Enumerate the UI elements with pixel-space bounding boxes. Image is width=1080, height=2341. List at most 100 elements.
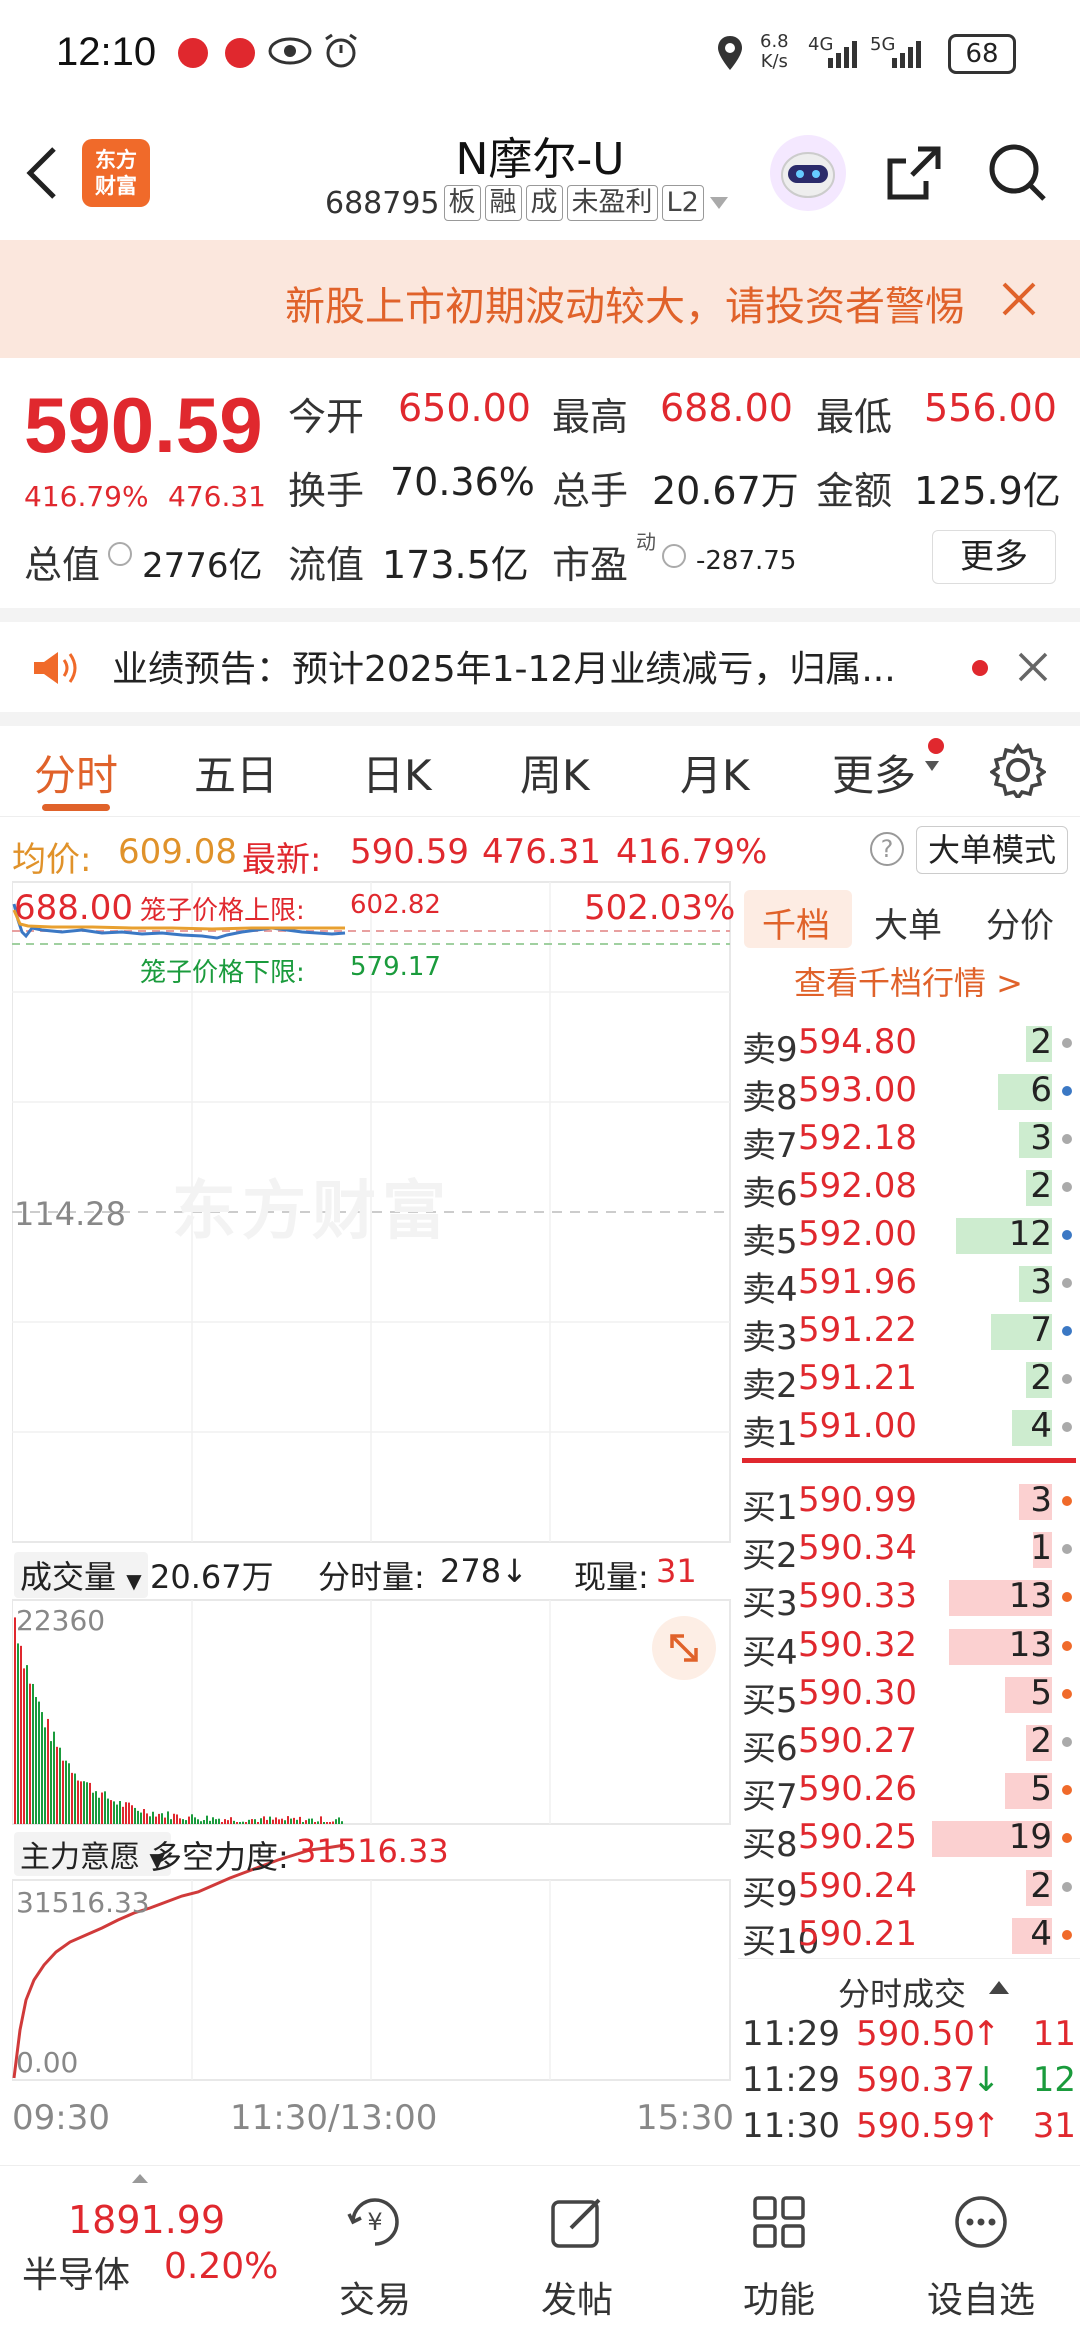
- volume-bar: [329, 1822, 331, 1824]
- sell-order-row[interactable]: 卖2 591.21 2: [738, 1354, 1080, 1406]
- tick-arrow: ↓: [972, 2060, 1001, 2100]
- volume-bar: [293, 1817, 295, 1824]
- volume-bar: [314, 1822, 316, 1824]
- sell-order-row[interactable]: 卖6 592.08 2: [738, 1162, 1080, 1214]
- nav-add-watchlist[interactable]: 设自选: [906, 2166, 1056, 2341]
- sell-order-row[interactable]: 卖5 592.00 12: [738, 1210, 1080, 1262]
- earnings-notice[interactable]: 业绩预告：预计2025年1-12月业绩减亏，归属...: [0, 622, 1080, 712]
- sell-order-row[interactable]: 卖3 591.22 7: [738, 1306, 1080, 1358]
- sell-order-row[interactable]: 卖4 591.96 3: [738, 1258, 1080, 1310]
- sell-order-row[interactable]: 卖9 594.80 2: [738, 1018, 1080, 1070]
- buy-order-row[interactable]: 买3 590.33 13: [738, 1572, 1080, 1624]
- order-source-dot: [1062, 1688, 1072, 1699]
- buy-order-row[interactable]: 买2 590.34 1: [738, 1524, 1080, 1576]
- orderbook-tab-price[interactable]: 分价: [986, 898, 1054, 947]
- gear-icon[interactable]: [990, 742, 1046, 798]
- volume-bar: [65, 1760, 67, 1824]
- sell-order-row[interactable]: 卖1 591.00 4: [738, 1402, 1080, 1454]
- sell-order-row[interactable]: 卖7 592.18 3: [738, 1114, 1080, 1166]
- index-widget[interactable]: 1891.99 半导体 0.20%: [0, 2166, 280, 2341]
- sell-order-row[interactable]: 卖8 593.00 6: [738, 1066, 1080, 1118]
- tick-row: 11:30 590.59 ↑ 31: [738, 2102, 1080, 2150]
- caret-up-icon: [132, 2174, 148, 2183]
- order-source-dot: [1062, 1785, 1072, 1796]
- volume-bar: [53, 1731, 55, 1824]
- volume-bar: [26, 1665, 28, 1824]
- order-quantity: 4: [1030, 1406, 1052, 1446]
- info-icon[interactable]: [108, 542, 132, 566]
- buy-order-row[interactable]: 买10 590.21 4: [738, 1910, 1080, 1962]
- order-quantity: 7: [1030, 1310, 1052, 1350]
- order-price: 591.21: [798, 1358, 917, 1398]
- battery-indicator: 68: [948, 34, 1016, 74]
- order-level-label: 买3: [742, 1584, 798, 1625]
- eye-icon: [268, 37, 312, 65]
- order-source-dot: [1062, 1737, 1072, 1747]
- expand-icon[interactable]: [652, 1616, 716, 1680]
- help-icon[interactable]: ?: [870, 832, 904, 866]
- volume-selector[interactable]: 成交量 ▼: [14, 1552, 148, 1598]
- ticks-label[interactable]: 分时成交: [838, 1969, 966, 2015]
- robot-assistant-icon[interactable]: [770, 135, 846, 211]
- order-quantity: 19: [1008, 1817, 1052, 1858]
- tag: 未盈利: [566, 185, 658, 221]
- volume-bar: [284, 1820, 286, 1824]
- nav-functions[interactable]: 功能: [704, 2166, 854, 2341]
- big-order-mode-button[interactable]: 大单模式: [916, 826, 1068, 874]
- buy-order-row[interactable]: 买5 590.30 5: [738, 1669, 1080, 1721]
- intraday-chart[interactable]: 东方财富 688.00 502.03% 笼子价格上限: 602.82 笼子价格下…: [12, 880, 735, 2138]
- volume-bar: [260, 1818, 262, 1824]
- volume-bar: [41, 1712, 43, 1824]
- nav-trade[interactable]: ¥ 交易: [300, 2166, 450, 2341]
- search-icon[interactable]: [986, 141, 1050, 205]
- more-button[interactable]: 更多: [932, 530, 1056, 584]
- buy-order-row[interactable]: 买4 590.32 13: [738, 1621, 1080, 1673]
- divider: [0, 712, 1080, 726]
- volume-bar: [263, 1816, 265, 1824]
- tick-time: 11:29: [742, 2060, 840, 2100]
- svg-text:¥: ¥: [367, 2208, 382, 2236]
- volume-bar: [44, 1727, 46, 1824]
- buy-order-row[interactable]: 买7 590.26 5: [738, 1765, 1080, 1817]
- buy-order-row[interactable]: 买6 590.27 2: [738, 1717, 1080, 1769]
- tick-qty: 12: [1032, 2060, 1076, 2100]
- tab-monthly-k[interactable]: 月K: [680, 742, 750, 803]
- volume-bar: [137, 1810, 139, 1824]
- volume-bar: [68, 1763, 70, 1824]
- unread-dot: [972, 660, 988, 676]
- low-label: 最低: [816, 395, 893, 439]
- order-price: 594.80: [798, 1022, 917, 1062]
- view-depth-link[interactable]: 查看千档行情 >: [794, 958, 1023, 1004]
- buy-order-row[interactable]: 买9 590.24 2: [738, 1862, 1080, 1914]
- amount-value: 125.9亿: [914, 469, 1061, 513]
- buy-order-row[interactable]: 买8 590.25 19: [738, 1813, 1080, 1865]
- dropdown-icon[interactable]: [708, 195, 730, 211]
- share-icon[interactable]: [882, 141, 946, 205]
- volume-bar: [149, 1816, 151, 1824]
- volume-bar: [341, 1821, 343, 1824]
- tab-daily-k[interactable]: 日K: [362, 742, 432, 803]
- volume-bar: [281, 1818, 283, 1824]
- intraday-info-line: 均价: 609.08 最新: 590.59 476.31 416.79% ? 大…: [0, 818, 1080, 880]
- cage-lower-label: 笼子价格下限:: [140, 958, 305, 988]
- order-price: 591.22: [798, 1310, 917, 1350]
- tab-intraday[interactable]: 分时: [34, 742, 118, 803]
- tab-more[interactable]: 更多: [832, 742, 916, 803]
- tab-five-day[interactable]: 五日: [194, 742, 278, 803]
- close-icon[interactable]: [1016, 650, 1050, 684]
- volume-bar: [320, 1816, 322, 1824]
- info-icon[interactable]: [662, 544, 686, 568]
- order-price: 590.34: [798, 1528, 917, 1569]
- volume-bar: [116, 1804, 118, 1824]
- cage-upper-label: 笼子价格上限:: [140, 896, 305, 926]
- order-price: 593.00: [798, 1070, 917, 1110]
- orderbook-tab-depth[interactable]: 千档: [762, 898, 830, 947]
- nav-post[interactable]: 发帖: [502, 2166, 652, 2341]
- close-icon[interactable]: [1000, 280, 1038, 318]
- pe-superscript: 动: [636, 530, 656, 554]
- force-selector[interactable]: 主力意愿 ▼: [14, 1832, 171, 1876]
- volume-bar: [194, 1817, 196, 1824]
- tab-weekly-k[interactable]: 周K: [520, 742, 590, 803]
- buy-order-row[interactable]: 买1 590.99 3: [738, 1476, 1080, 1528]
- orderbook-tab-large[interactable]: 大单: [874, 898, 942, 947]
